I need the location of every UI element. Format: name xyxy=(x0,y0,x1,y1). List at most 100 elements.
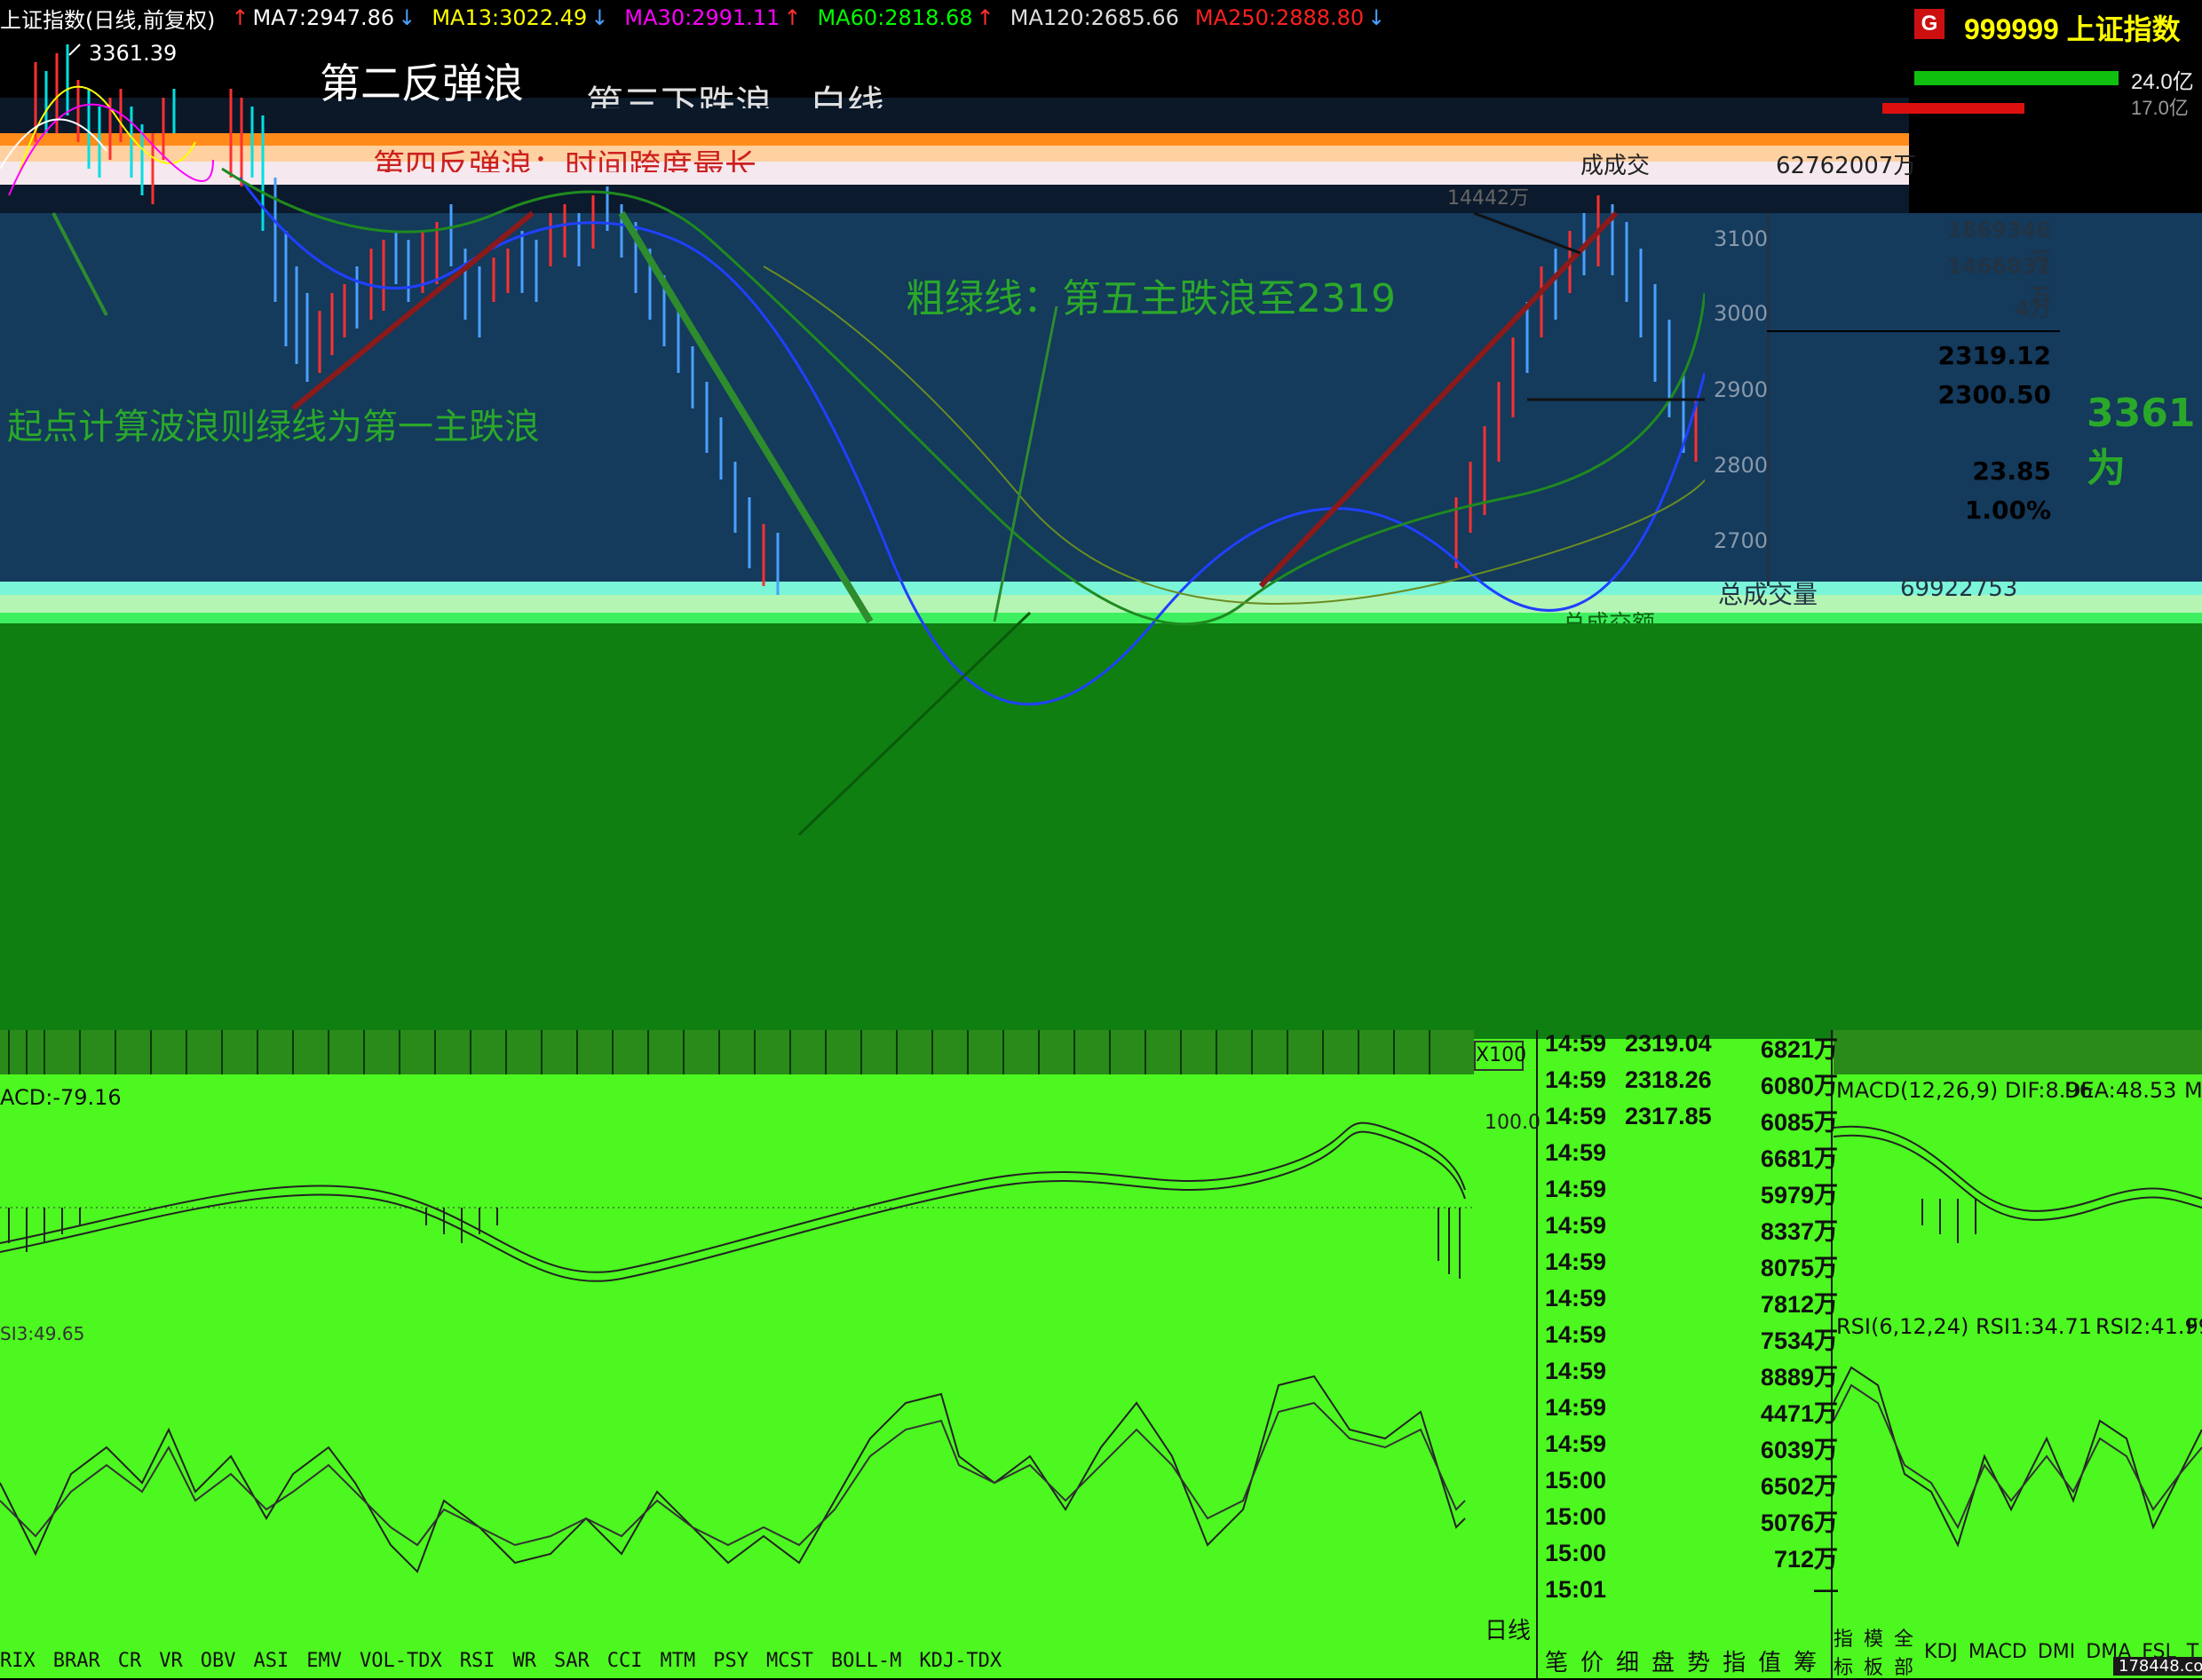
tick-row[interactable]: 14:59 2319.04 6821万 xyxy=(1536,1030,1838,1066)
indicator-tab[interactable]: ASI xyxy=(253,1650,289,1672)
ma120-value: MA120:2685.66 xyxy=(1010,5,1179,30)
tick-row[interactable]: 14:59 4471万 xyxy=(1536,1394,1838,1430)
arrow-up-icon: ↑ xyxy=(976,5,994,30)
indicator-tab[interactable]: WR xyxy=(512,1650,536,1672)
indicator-tab[interactable]: BRAR xyxy=(53,1650,100,1672)
tick-volume: 5076万 xyxy=(1760,1510,1838,1536)
macd-axis-label: 100.0 xyxy=(1485,1112,1541,1134)
tick-row[interactable]: 14:59 8889万 xyxy=(1536,1358,1838,1394)
indicator-tab[interactable]: SAR xyxy=(554,1650,590,1672)
tick-time: 14:59 xyxy=(1545,1321,1607,1348)
wave2-label: 第二反弹浪 xyxy=(320,59,524,107)
tick-row[interactable]: 14:59 5979万 xyxy=(1536,1176,1838,1212)
macd-chart-right xyxy=(1834,1125,2202,1243)
rsi-label-left: SI3:49.65 xyxy=(0,1323,85,1344)
x100-button[interactable]: X100 xyxy=(1474,1041,1526,1071)
indicator-tab[interactable]: CR xyxy=(118,1650,142,1672)
partial-volume-value: 62762007万 xyxy=(1776,153,1917,179)
rsi-short-label: F xyxy=(2186,1314,2198,1339)
tick-volume: — xyxy=(1814,1576,1838,1603)
indicator-tab[interactable]: VOL-TDX xyxy=(360,1650,442,1672)
indicator-tab[interactable]: PSY xyxy=(713,1650,749,1672)
tick-row[interactable]: 14:59 6039万 xyxy=(1536,1430,1838,1467)
tick-row[interactable]: 15:01 — xyxy=(1536,1576,1838,1613)
indicator-tab[interactable]: CCI xyxy=(607,1650,643,1672)
tick-row[interactable]: 14:59 7534万 xyxy=(1536,1321,1838,1358)
wave4-label: 第四反弹浪：时间跨度最长 xyxy=(373,148,757,172)
tick-list[interactable]: 14:59 2319.04 6821万 14:59 2318.26 6080万 14:59 2… xyxy=(1536,1030,1838,1607)
tick-volume: 8889万 xyxy=(1760,1364,1838,1391)
side-tab[interactable]: 价 xyxy=(1580,1644,1604,1677)
stock-code-name[interactable]: 999999 上证指数 xyxy=(1964,7,2181,48)
macd-dea-label: DEA:48.53 xyxy=(2064,1078,2177,1103)
tick-row[interactable]: 15:00 5076万 xyxy=(1536,1503,1838,1540)
rsi-label-right: RSI(6,12,24) RSI1:34.71 xyxy=(1836,1314,2092,1339)
side-tabs[interactable]: 笔价细盘势指值筹 xyxy=(1545,1643,1829,1678)
peak-marker xyxy=(68,44,81,56)
period-label[interactable]: 日线 xyxy=(1485,1613,1531,1645)
tick-time: 14:59 xyxy=(1545,1430,1607,1457)
side-tab[interactable]: 势 xyxy=(1687,1644,1710,1677)
right-tab[interactable]: 全部 xyxy=(1894,1623,1913,1680)
side-tab[interactable]: 指 xyxy=(1723,1644,1746,1677)
indicator-tab[interactable]: RSI xyxy=(460,1650,495,1672)
tick-row[interactable]: 14:59 6681万 xyxy=(1536,1139,1838,1176)
ma-indicator-bar: 上证指数(日线,前复权) ↑ MA7:2947.86 ↓ MA13:3022.4… xyxy=(0,0,1918,36)
quote-percent: 1.00% xyxy=(1964,495,2051,525)
indicator-tab[interactable]: BOLL-M xyxy=(831,1650,901,1672)
price-tick: 3000 xyxy=(1714,301,1769,326)
sell-bar xyxy=(1882,103,2024,114)
indicator-tab[interactable]: RIX xyxy=(0,1650,36,1672)
arrow-down-icon: ↓ xyxy=(1367,5,1386,30)
right-tab[interactable]: KDJ xyxy=(1924,1641,1958,1663)
right-tab[interactable]: DMI xyxy=(2038,1641,2075,1663)
indicator-tab[interactable]: KDJ-TDX xyxy=(919,1650,1002,1672)
tick-row[interactable]: 14:59 8075万 xyxy=(1536,1248,1838,1285)
wave3-label: 第三下跌浪，白线 xyxy=(586,83,885,108)
side-tab[interactable]: 笔 xyxy=(1545,1644,1568,1677)
side-tab[interactable]: 筹 xyxy=(1794,1644,1817,1677)
tick-time: 14:59 xyxy=(1545,1248,1607,1275)
tick-row[interactable]: 15:00 6502万 xyxy=(1536,1467,1838,1503)
tick-row[interactable]: 14:59 2318.26 6080万 xyxy=(1536,1066,1838,1103)
total-volume-label: 总成交量 xyxy=(1718,580,1818,609)
indicator-tab[interactable]: OBV xyxy=(201,1650,236,1672)
tick-row[interactable]: 14:59 8337万 xyxy=(1536,1212,1838,1248)
tick-row[interactable]: 14:59 2317.85 6085万 xyxy=(1536,1103,1838,1139)
tick-row[interactable]: 15:00 712万 xyxy=(1536,1540,1838,1576)
volume-bars xyxy=(0,1030,2202,1074)
tick-time: 15:00 xyxy=(1545,1467,1607,1494)
tick-volume: 6080万 xyxy=(1760,1073,1838,1099)
tick-row[interactable]: 14:59 7812万 xyxy=(1536,1285,1838,1321)
right-tab[interactable]: 指标 xyxy=(1834,1623,1853,1680)
indicator-tabs[interactable]: RIX BRAR CR VR OBV ASI EMV VOL-TDX RSI WR SAR CCI MT… xyxy=(0,1643,1545,1678)
macd-label-right: MACD(12,26,9) DIF:8.96 xyxy=(1836,1078,2093,1103)
arrow-down-icon: ↓ xyxy=(590,5,609,30)
side-tab[interactable]: 值 xyxy=(1758,1644,1781,1677)
tick-time: 14:59 xyxy=(1545,1176,1607,1202)
quote-panel: G 999999 上证指数 24.0亿 17.0亿 xyxy=(1882,0,2202,213)
tick-time: 14:59 xyxy=(1545,1139,1607,1166)
right-tab[interactable]: MACD xyxy=(1968,1641,2027,1663)
indicator-tab[interactable]: MCST xyxy=(766,1650,813,1672)
macd-ma-label: MA xyxy=(2184,1078,2202,1103)
quote-open: 2300.50 xyxy=(1937,380,2051,409)
axis-divider xyxy=(1767,213,1770,586)
tick-volume: 8337万 xyxy=(1760,1218,1838,1245)
ma60-value: MA60:2818.68 xyxy=(817,5,973,30)
side-tab[interactable]: 盘 xyxy=(1652,1644,1675,1677)
tick-volume: 7812万 xyxy=(1760,1291,1838,1318)
side-tab[interactable]: 细 xyxy=(1616,1644,1639,1677)
rsi-chart xyxy=(0,1375,1466,1573)
chart-title[interactable]: 上证指数(日线,前复权) xyxy=(0,3,215,34)
ma250-value: MA250:2888.80 xyxy=(1194,5,1365,30)
price-tick: 2800 xyxy=(1714,453,1769,478)
tick-volume: 5979万 xyxy=(1760,1182,1838,1208)
first-wave-note: 起点计算波浪则绿线为第一主跌浪 xyxy=(7,407,540,448)
indicator-tab[interactable]: VR xyxy=(159,1650,183,1672)
indicator-tab[interactable]: EMV xyxy=(306,1650,342,1672)
tick-time: 14:59 xyxy=(1545,1285,1607,1312)
right-tab[interactable]: 模板 xyxy=(1864,1623,1883,1680)
tick-volume: 7534万 xyxy=(1760,1327,1838,1354)
indicator-tab[interactable]: MTM xyxy=(660,1650,695,1672)
